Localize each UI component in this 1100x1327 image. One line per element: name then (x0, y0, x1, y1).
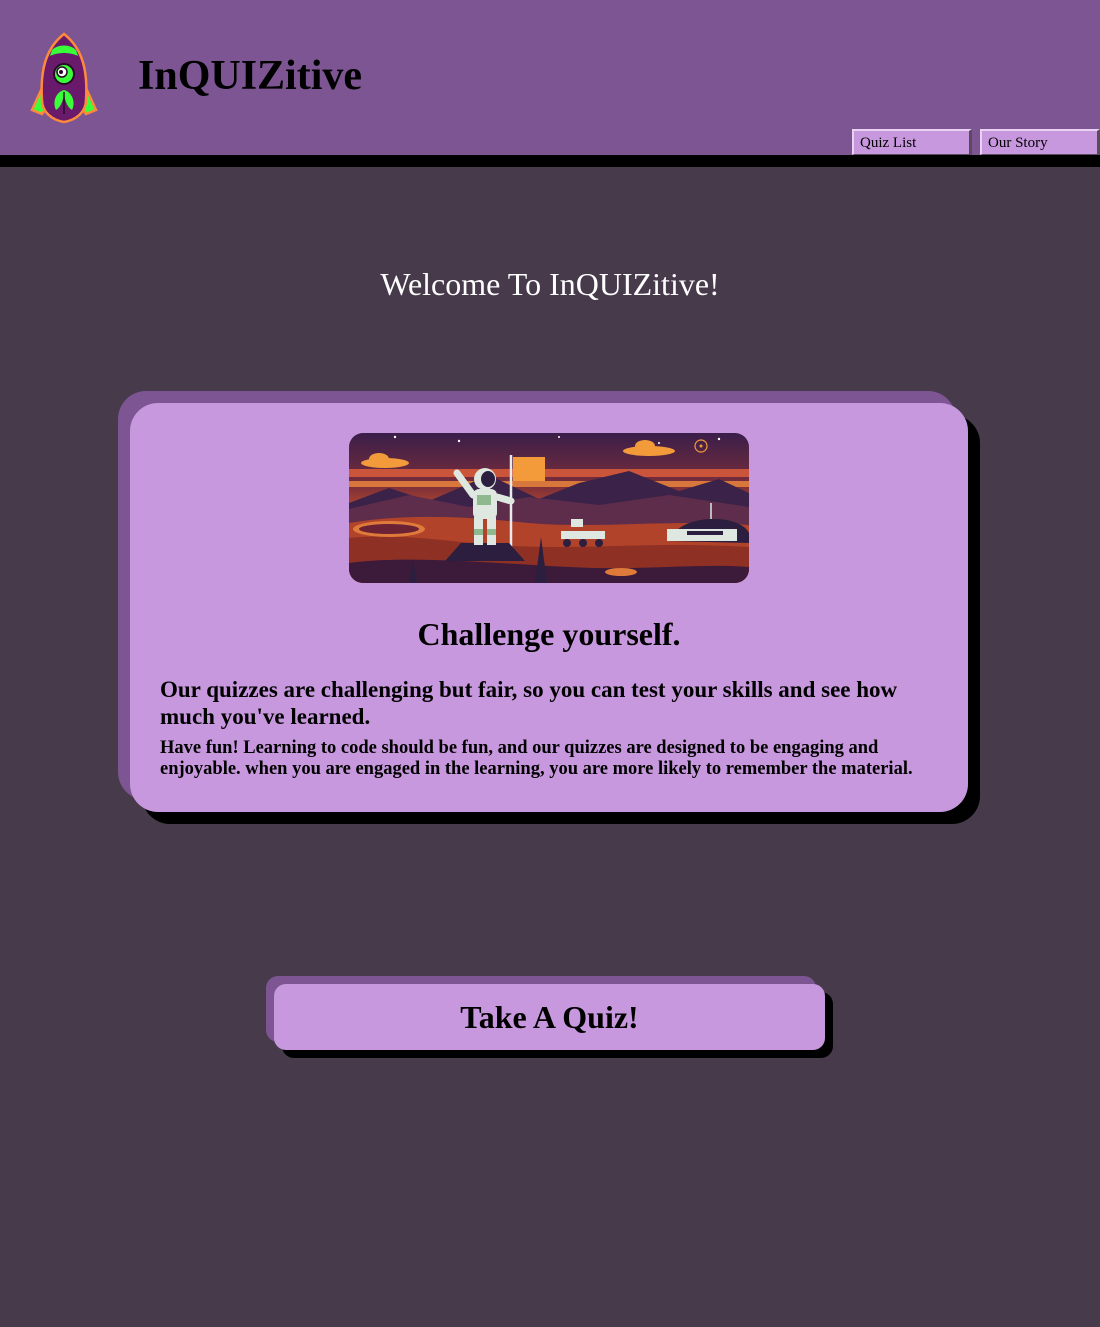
main-nav: Quiz List Our Story (852, 129, 1100, 155)
nav-our-story-button[interactable]: Our Story (980, 129, 1100, 155)
site-header: InQUIZitive Quiz List Our Story (0, 0, 1100, 167)
welcome-heading: Welcome To InQUIZitive! (380, 266, 720, 302)
card-content: Challenge yourself. Our quizzes are chal… (130, 403, 968, 812)
rocket-icon[interactable] (28, 30, 100, 126)
card-heading: Challenge yourself. (417, 616, 681, 652)
astronaut-on-mars-illustration (349, 433, 749, 583)
site-title: InQUIZitive (138, 53, 363, 99)
take-quiz-wrapper: Take A Quiz! (266, 976, 834, 1058)
card-body-text: Have fun! Learning to code should be fun… (160, 738, 913, 779)
intro-card: Challenge yourself. Our quizzes are chal… (118, 391, 980, 824)
card-lead-text: Our quizzes are challenging but fair, so… (160, 677, 898, 729)
nav-quiz-list-button[interactable]: Quiz List (852, 129, 972, 155)
take-quiz-button[interactable]: Take A Quiz! (274, 984, 825, 1050)
